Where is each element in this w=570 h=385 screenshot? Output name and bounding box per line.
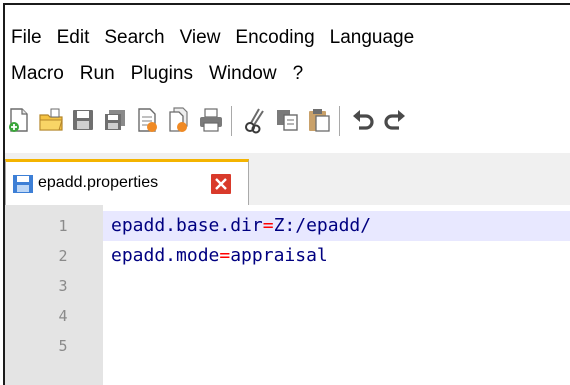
property-key: epadd.mode: [111, 245, 220, 266]
line-number: 2: [58, 247, 68, 265]
save-all-icon[interactable]: [101, 106, 129, 134]
toolbar: [5, 98, 570, 146]
line-number-gutter: 1 2 3 4 5: [5, 205, 103, 385]
property-value: appraisal: [230, 245, 328, 266]
copy-icon[interactable]: [273, 106, 301, 134]
saved-file-icon: [12, 174, 34, 194]
redo-icon[interactable]: [381, 106, 409, 134]
notepad-window: File Edit Search View Encoding Language …: [3, 3, 570, 385]
assignment-operator: =: [219, 245, 231, 266]
paste-icon[interactable]: [305, 106, 333, 134]
tab-close-icon[interactable]: [210, 173, 232, 195]
menu-edit[interactable]: Edit: [57, 25, 90, 51]
line-number: 1: [58, 217, 68, 235]
tab-epadd-properties[interactable]: epadd.properties: [5, 159, 249, 205]
undo-icon[interactable]: [349, 106, 377, 134]
menu-macro[interactable]: Macro: [11, 61, 64, 87]
tab-bar: epadd.properties: [5, 153, 570, 206]
editor-area[interactable]: 1 2 3 4 5 epadd.base.dir=Z:/epadd/ epadd…: [5, 205, 570, 385]
menu-run[interactable]: Run: [80, 61, 115, 87]
menu-row-2: Macro Run Plugins Window ?: [11, 61, 319, 87]
menu-encoding[interactable]: Encoding: [235, 25, 314, 51]
line-number: 5: [58, 337, 68, 355]
new-file-icon[interactable]: [5, 106, 33, 134]
menu-window[interactable]: Window: [209, 61, 277, 87]
toolbar-separator: [339, 106, 340, 136]
code-line-2[interactable]: epadd.mode=appraisal: [103, 241, 570, 271]
menu-search[interactable]: Search: [104, 25, 164, 51]
line-number: 4: [58, 307, 68, 325]
close-icon[interactable]: [133, 106, 161, 134]
property-key: epadd.base.dir: [111, 215, 263, 236]
menu-row-1: File Edit Search View Encoding Language: [11, 25, 429, 51]
toolbar-separator: [231, 106, 232, 136]
close-all-icon[interactable]: [165, 106, 193, 134]
menu-bar: File Edit Search View Encoding Language …: [5, 5, 570, 89]
assignment-operator: =: [262, 215, 274, 236]
code-line-1[interactable]: epadd.base.dir=Z:/epadd/: [103, 211, 570, 241]
line-number: 3: [58, 277, 68, 295]
print-icon[interactable]: [197, 106, 225, 134]
menu-file[interactable]: File: [11, 25, 42, 51]
open-file-icon[interactable]: [37, 106, 65, 134]
cut-icon[interactable]: [241, 106, 269, 134]
save-icon[interactable]: [69, 106, 97, 134]
tab-label: epadd.properties: [38, 174, 159, 191]
menu-language[interactable]: Language: [330, 25, 415, 51]
menu-plugins[interactable]: Plugins: [131, 61, 193, 87]
property-value: Z:/epadd/: [273, 215, 372, 236]
menu-view[interactable]: View: [180, 25, 221, 51]
menu-help[interactable]: ?: [293, 61, 304, 87]
